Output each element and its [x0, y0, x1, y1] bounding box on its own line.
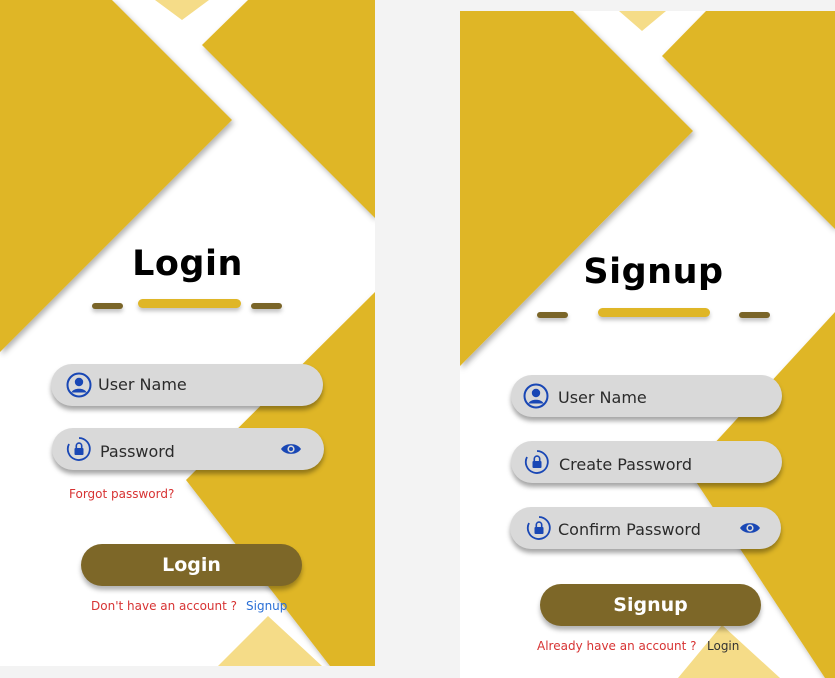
signup-title: Signup	[583, 252, 724, 292]
forgot-password-link[interactable]: Forgot password?	[69, 487, 174, 501]
password-placeholder: Password	[100, 442, 175, 461]
eye-icon[interactable]	[280, 440, 302, 458]
title-underline-center	[598, 308, 710, 317]
have-account-text: Already have an account ?	[537, 639, 697, 653]
title-underline-right	[739, 312, 770, 318]
light-triangle-top	[155, 0, 209, 20]
login-title: Login	[132, 244, 243, 284]
title-underline-center	[138, 299, 241, 308]
no-account-text: Don't have an account ?	[91, 599, 238, 613]
eye-icon[interactable]	[739, 519, 761, 537]
user-icon	[66, 372, 92, 398]
signup-screen: Signup User Name Create Password Confirm…	[460, 11, 835, 678]
username-placeholder: User Name	[98, 375, 187, 394]
confirm-password-placeholder: Confirm Password	[558, 520, 701, 539]
title-underline-right	[251, 303, 282, 309]
password-field[interactable]: Password	[52, 428, 324, 470]
login-screen: Login User Name Password Forgot password…	[0, 0, 375, 666]
light-triangle-top	[619, 11, 666, 31]
username-field[interactable]: User Name	[511, 375, 782, 417]
user-icon	[523, 383, 549, 409]
confirm-password-field[interactable]: Confirm Password	[510, 507, 781, 549]
create-password-field[interactable]: Create Password	[511, 441, 782, 483]
gold-triangle-top-right	[662, 11, 835, 229]
login-button[interactable]: Login	[81, 544, 302, 586]
signup-link[interactable]: Signup	[246, 599, 287, 613]
title-underline-left	[92, 303, 123, 309]
signup-background-shapes	[460, 11, 835, 678]
login-link[interactable]: Login	[707, 639, 739, 653]
lock-icon	[524, 450, 549, 474]
gold-triangle-top-right	[202, 0, 375, 218]
username-field[interactable]: User Name	[51, 364, 323, 406]
title-underline-left	[537, 312, 568, 318]
lock-icon	[66, 437, 91, 461]
signup-button[interactable]: Signup	[540, 584, 761, 626]
lock-icon	[526, 516, 551, 540]
username-placeholder: User Name	[558, 388, 647, 407]
create-password-placeholder: Create Password	[559, 455, 692, 474]
